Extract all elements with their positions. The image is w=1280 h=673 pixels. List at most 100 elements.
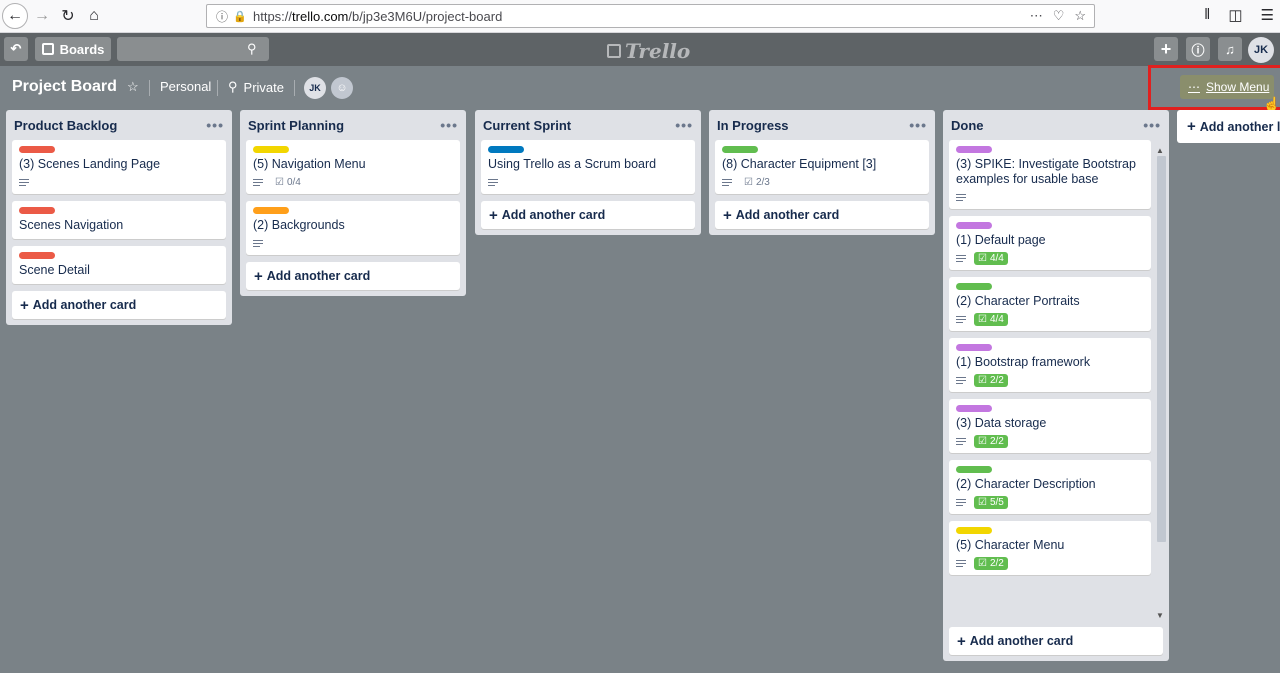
checklist-badge: ☑ 2/3 <box>740 176 774 189</box>
checklist-icon: ☑ <box>978 313 987 325</box>
card-label[interactable] <box>956 405 992 412</box>
card-label[interactable] <box>19 252 55 259</box>
list-header[interactable]: Done ••• <box>943 110 1169 140</box>
card[interactable]: (3) SPIKE: Investigate Bootstrap example… <box>949 140 1151 209</box>
boards-button[interactable]: Boards <box>35 37 111 61</box>
card[interactable]: (2) Backgrounds <box>246 201 460 255</box>
add-card-button[interactable]: + Add another card <box>949 627 1163 655</box>
list-scrollbar[interactable]: ▲ ▼ <box>1155 146 1167 620</box>
create-button[interactable]: + <box>1154 37 1178 61</box>
url-bar[interactable]: ⓘ 🔒 https://trello.com/b/jp3e3M6U/projec… <box>206 4 1095 28</box>
list-title[interactable]: In Progress <box>717 118 789 133</box>
info-icon[interactable]: ⓘ <box>211 8 233 25</box>
hamburger-menu-icon[interactable]: ☰ <box>1261 6 1274 24</box>
card[interactable]: (2) Character Portraits ☑ 4/4 <box>949 277 1151 331</box>
scroll-down-icon[interactable]: ▼ <box>1156 611 1164 620</box>
sidebar-icon[interactable]: ◫ <box>1228 6 1242 24</box>
scroll-up-icon[interactable]: ▲ <box>1156 146 1164 155</box>
list-menu-icon[interactable]: ••• <box>440 117 458 133</box>
boards-label: Boards <box>59 41 105 57</box>
list-menu-icon[interactable]: ••• <box>909 117 927 133</box>
checklist-count: 2/3 <box>755 176 770 188</box>
list-menu-icon[interactable]: ••• <box>1143 117 1161 133</box>
card-label[interactable] <box>956 466 992 473</box>
list-title[interactable]: Product Backlog <box>14 118 117 133</box>
card[interactable]: (5) Character Menu ☑ 2/2 <box>949 521 1151 575</box>
card-badges <box>488 175 688 189</box>
team-button[interactable]: Personal <box>160 79 211 94</box>
card-label[interactable] <box>19 207 55 214</box>
star-board-icon[interactable]: ☆ <box>127 79 139 95</box>
info-button[interactable]: ⓘ <box>1186 37 1210 61</box>
user-avatar[interactable]: JK <box>1248 37 1274 63</box>
list-title[interactable]: Done <box>951 118 984 133</box>
list-header[interactable]: In Progress ••• <box>709 110 935 140</box>
list-title[interactable]: Sprint Planning <box>248 118 344 133</box>
reload-button[interactable]: ↻ <box>56 4 80 28</box>
card-label[interactable] <box>253 207 289 214</box>
bookmark-star-icon[interactable]: ☆ <box>1074 8 1086 24</box>
boards-icon <box>41 43 54 55</box>
checklist-badge: ☑ 2/2 <box>974 434 1008 448</box>
board-title[interactable]: Project Board <box>12 78 117 96</box>
visibility-button[interactable]: ⚲ Private <box>228 79 284 95</box>
card-label[interactable] <box>19 146 55 153</box>
show-menu-button[interactable]: ⋯ Show Menu <box>1180 75 1274 99</box>
list-title[interactable]: Current Sprint <box>483 118 571 133</box>
card[interactable]: (3) Scenes Landing Page <box>12 140 226 194</box>
card-label[interactable] <box>488 146 524 153</box>
card[interactable]: (2) Character Description ☑ 5/5 <box>949 460 1151 514</box>
invite-member-icon[interactable]: ☺ <box>331 77 353 99</box>
page-actions-icon[interactable]: ⋯ <box>1030 8 1043 24</box>
card[interactable]: Scenes Navigation <box>12 201 226 239</box>
checklist-count: 5/5 <box>989 496 1004 508</box>
add-card-button[interactable]: + Add another card <box>715 201 929 229</box>
list-header[interactable]: Sprint Planning ••• <box>240 110 466 140</box>
card[interactable]: (1) Default page ☑ 4/4 <box>949 216 1151 270</box>
notifications-bell-icon[interactable]: ♫ <box>1218 37 1242 61</box>
card-label[interactable] <box>956 344 992 351</box>
pocket-icon[interactable]: ♡ <box>1053 8 1065 24</box>
home-icon[interactable]: ⌂ <box>82 4 106 28</box>
card[interactable]: (8) Character Equipment [3] ☑ 2/3 <box>715 140 929 194</box>
add-list-button[interactable]: + Add another list <box>1177 110 1280 143</box>
library-icon[interactable]: ‖ <box>1204 6 1210 24</box>
browser-toolbar: ← → ↻ ⌂ ⓘ 🔒 https://trello.com/b/jp3e3M6… <box>0 0 1280 33</box>
checklist-icon: ☑ <box>978 557 987 569</box>
card[interactable]: Using Trello as a Scrum board <box>481 140 695 194</box>
add-card-button[interactable]: + Add another card <box>481 201 695 229</box>
add-card-button[interactable]: + Add another card <box>246 262 460 290</box>
scroll-thumb[interactable] <box>1157 156 1166 542</box>
list-header[interactable]: Current Sprint ••• <box>475 110 701 140</box>
add-card-button[interactable]: + Add another card <box>12 291 226 319</box>
card[interactable]: Scene Detail <box>12 246 226 284</box>
card-badges: ☑ 2/2 <box>956 556 1144 570</box>
card-label[interactable] <box>722 146 758 153</box>
card-label[interactable] <box>956 146 992 153</box>
checklist-count: 4/4 <box>989 313 1004 325</box>
add-card-label: Add another card <box>735 208 840 222</box>
checklist-count: 2/2 <box>989 374 1004 386</box>
card-label[interactable] <box>956 527 992 534</box>
trello-logo[interactable]: Trello <box>607 39 690 63</box>
list-menu-icon[interactable]: ••• <box>675 117 693 133</box>
list-header[interactable]: Product Backlog ••• <box>6 110 232 140</box>
list-sprint-planning: Sprint Planning ••• (5) Navigation Menu ☑ 0/… <box>240 110 466 296</box>
back-arrow-button[interactable]: ↶ <box>4 37 28 61</box>
list-menu-icon[interactable]: ••• <box>206 117 224 133</box>
add-card-label: Add another card <box>32 298 137 312</box>
card-label[interactable] <box>253 146 289 153</box>
search-icon[interactable]: ⚲ <box>247 41 257 57</box>
card[interactable]: (3) Data storage ☑ 2/2 <box>949 399 1151 453</box>
card-badges: ☑ 2/2 <box>956 434 1144 448</box>
back-button[interactable]: ← <box>2 3 28 29</box>
add-card-label: Add another card <box>501 208 606 222</box>
forward-button[interactable]: → <box>30 4 54 28</box>
card[interactable]: (5) Navigation Menu ☑ 0/4 <box>246 140 460 194</box>
card-list: (3) SPIKE: Investigate Bootstrap example… <box>943 140 1169 620</box>
card-label[interactable] <box>956 222 992 229</box>
description-icon <box>956 253 966 264</box>
card[interactable]: (1) Bootstrap framework ☑ 2/2 <box>949 338 1151 392</box>
card-label[interactable] <box>956 283 992 290</box>
member-avatar[interactable]: JK <box>304 77 326 99</box>
